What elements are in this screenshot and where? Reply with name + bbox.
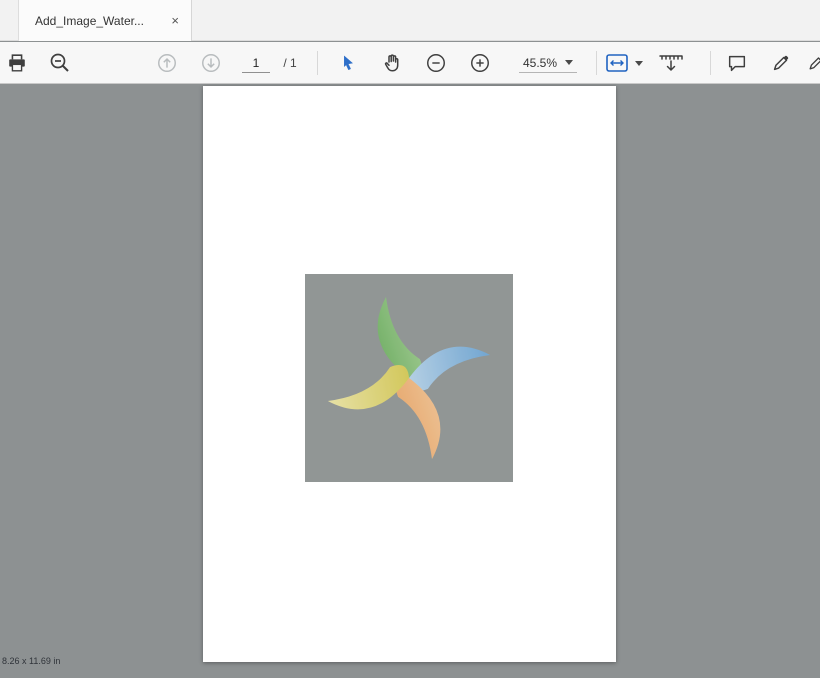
toolbar-divider <box>596 51 597 75</box>
pen-tool-button[interactable] <box>806 42 820 84</box>
comment-icon <box>726 52 748 74</box>
next-page-icon <box>200 52 222 74</box>
swirl-watermark-image <box>305 274 513 482</box>
fit-page-icon <box>605 53 629 73</box>
page-number-field-wrap <box>240 42 272 84</box>
comment-button[interactable] <box>724 42 750 84</box>
hand-tool-icon <box>380 51 404 75</box>
swirl-logo-icon <box>325 294 493 462</box>
document-tab[interactable]: Add_Image_Water... × <box>18 0 192 41</box>
zoom-level-value: 45.5% <box>523 56 557 70</box>
highlight-button[interactable] <box>768 42 794 84</box>
main-toolbar: / 1 45.5% <box>0 42 820 84</box>
zoom-in-button[interactable] <box>467 42 493 84</box>
previous-page-icon <box>156 52 178 74</box>
select-tool-icon <box>338 52 358 74</box>
pdf-page[interactable] <box>203 86 616 662</box>
zoom-in-icon <box>469 52 491 74</box>
scrolling-mode-icon <box>658 52 684 74</box>
pdf-viewer-window: Add_Image_Water... × <box>0 0 820 678</box>
search-icon <box>48 51 72 75</box>
page-total-label: / 1 <box>276 42 304 84</box>
printer-icon <box>6 52 28 74</box>
scrolling-mode-button[interactable] <box>656 42 686 84</box>
pen-icon <box>806 52 820 74</box>
tab-close-icon[interactable]: × <box>169 14 181 27</box>
zoom-level-select[interactable]: 45.5% <box>512 42 584 84</box>
document-tab-title: Add_Image_Water... <box>35 14 169 28</box>
document-canvas[interactable]: 8.26 x 11.69 in <box>0 84 820 678</box>
hand-tool-button[interactable] <box>379 42 405 84</box>
page-size-label: 8.26 x 11.69 in <box>2 656 60 666</box>
highlighter-icon <box>770 52 792 74</box>
print-button[interactable] <box>4 42 30 84</box>
toolbar-divider <box>710 51 711 75</box>
previous-page-button[interactable] <box>154 42 180 84</box>
find-button[interactable] <box>46 42 74 84</box>
tab-bar: Add_Image_Water... × <box>0 0 820 41</box>
page-fit-button[interactable] <box>604 42 644 84</box>
chevron-down-icon <box>565 60 573 65</box>
zoom-out-icon <box>425 52 447 74</box>
page-number-input[interactable] <box>242 53 270 73</box>
chevron-down-icon <box>635 61 643 66</box>
zoom-out-button[interactable] <box>423 42 449 84</box>
select-tool-button[interactable] <box>336 42 360 84</box>
next-page-button[interactable] <box>198 42 224 84</box>
toolbar-divider <box>317 51 318 75</box>
